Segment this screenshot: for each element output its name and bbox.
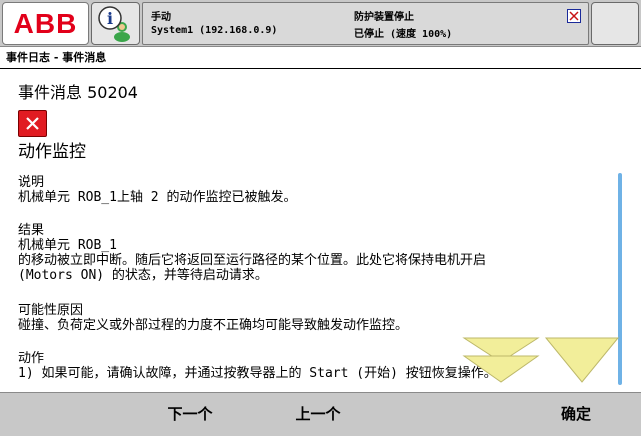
- section-consequence: 结果 机械单元 ROB_1 的移动被立即中断。随后它将返回至运行路径的某个位置。…: [18, 223, 486, 283]
- svg-text:i: i: [107, 9, 113, 28]
- info-person-icon: i: [98, 6, 130, 42]
- section-line: (Motors ON) 的状态，并等待启动请求。: [18, 268, 268, 283]
- section-line: 的移动被立即中断。随后它将返回至运行路径的某个位置。此处它将保持电机开启: [18, 253, 487, 268]
- event-title: 事件消息 50204: [18, 83, 138, 102]
- ok-button[interactable]: 确定: [514, 393, 638, 436]
- abb-logo-text: ABB: [13, 7, 78, 39]
- event-subject: 动作监控: [18, 142, 86, 162]
- section-heading: 结果: [18, 223, 45, 238]
- section-description: 说明 机械单元 ROB_1上轴 2 的动作监控已被触发。: [18, 175, 296, 205]
- window-close-icon[interactable]: [567, 9, 581, 23]
- run-status-text: 已停止 (速度 100%): [354, 29, 453, 40]
- info-button[interactable]: i: [91, 2, 140, 45]
- mode-text: 手动: [151, 12, 171, 23]
- error-x-icon: [18, 110, 47, 137]
- section-line: 1) 如果可能，请确认故障，并通过按教导器上的 Start (开始) 按钮恢复操…: [18, 366, 497, 381]
- section-line: 机械单元 ROB_1上轴 2 的动作监控已被触发。: [18, 190, 297, 205]
- section-line: 碰撞、负荷定义或外部过程的力度不正确均可能导致触发动作监控。: [18, 318, 409, 333]
- bottom-command-bar: 下一个 上一个 确定: [0, 392, 641, 436]
- safety-status-text: 防护装置停止: [354, 12, 414, 23]
- section-actions: 动作 1) 如果可能，请确认故障，并通过按教导器上的 Start (开始) 按钮…: [18, 351, 497, 381]
- previous-button[interactable]: 上一个: [256, 393, 380, 436]
- top-status-bar: ABB i 手动 System1 (192.168.0.9) 防护装置停止 已停…: [0, 0, 641, 47]
- section-probable-cause: 可能性原因 碰撞、负荷定义或外部过程的力度不正确均可能导致触发动作监控。: [18, 303, 408, 333]
- event-message-content: 事件消息 50204 动作监控 说明 机械单元 ROB_1上轴 2 的动作监控已…: [0, 69, 641, 391]
- breadcrumb: 事件日志 - 事件消息: [0, 47, 641, 69]
- system-text: System1 (192.168.0.9): [151, 25, 278, 36]
- quickset-button[interactable]: [591, 2, 639, 45]
- section-heading: 说明: [18, 175, 45, 190]
- section-heading: 可能性原因: [18, 303, 84, 318]
- abb-logo-button[interactable]: ABB: [2, 2, 89, 45]
- section-line: 机械单元 ROB_1: [18, 238, 117, 253]
- scroll-down-arrows-icon[interactable]: [462, 336, 622, 390]
- section-heading: 动作: [18, 351, 45, 366]
- status-panel[interactable]: 手动 System1 (192.168.0.9) 防护装置停止 已停止 (速度 …: [142, 2, 589, 45]
- breadcrumb-text: 事件日志 - 事件消息: [6, 51, 107, 64]
- next-button[interactable]: 下一个: [128, 393, 252, 436]
